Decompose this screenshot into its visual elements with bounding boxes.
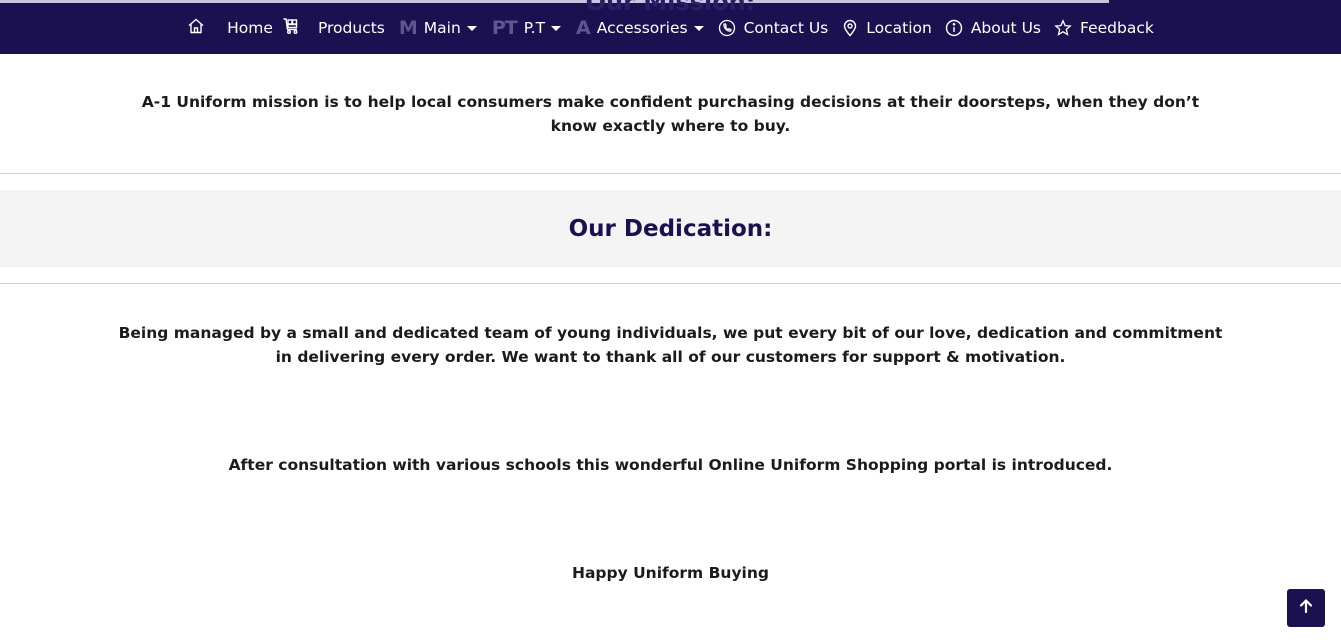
accessories-letter-icon: A xyxy=(576,17,591,39)
nav-accessories-dropdown[interactable]: A Accessories xyxy=(576,17,704,39)
dedication-paragraph-closing: Happy Uniform Buying xyxy=(571,564,770,582)
nav-pt-label: P.T xyxy=(523,19,546,37)
pt-letter-icon: PT xyxy=(491,17,518,39)
nav-contact-label: Contact Us xyxy=(743,19,829,37)
chevron-down-icon xyxy=(466,25,477,31)
dedication-title: Our Dedication: xyxy=(568,215,773,242)
nav-list: Home Products M Main PT P.T A Accessorie… xyxy=(187,17,1154,39)
nav-contact-link[interactable]: Contact Us xyxy=(718,19,829,37)
nav-feedback-label: Feedback xyxy=(1080,19,1154,37)
scroll-progress-bar xyxy=(0,0,1109,3)
nav-location-link[interactable]: Location xyxy=(842,19,932,37)
nav-home-label: Home xyxy=(227,19,273,37)
dedication-paragraph-team: Being managed by a small and dedicated t… xyxy=(118,324,1223,366)
location-pin-icon xyxy=(842,19,858,37)
dedication-header-band: Our Dedication: xyxy=(0,190,1341,267)
nav-products-label: Products xyxy=(317,19,385,37)
divider xyxy=(0,283,1341,284)
chevron-down-icon xyxy=(551,25,562,31)
nav-feedback-link[interactable]: Feedback xyxy=(1054,19,1154,37)
divider xyxy=(0,173,1341,174)
nav-about-link[interactable]: About Us xyxy=(945,19,1041,37)
nav-main-dropdown[interactable]: M Main xyxy=(399,17,477,39)
top-navbar: Our Mission: Home Products M Main PT P.T xyxy=(0,0,1341,54)
dedication-paragraph-portal: After consultation with various schools … xyxy=(228,456,1113,474)
nav-products-link[interactable]: Products xyxy=(318,19,385,37)
main-letter-icon: M xyxy=(398,17,418,39)
nav-accessories-label: Accessories xyxy=(596,19,688,37)
nav-home-link[interactable]: Home xyxy=(227,19,273,37)
star-icon xyxy=(1054,19,1072,37)
chevron-down-icon xyxy=(693,25,704,31)
mission-statement: A-1 Uniform mission is to help local con… xyxy=(141,93,1200,135)
back-to-top-button[interactable] xyxy=(1287,589,1325,627)
nav-location-label: Location xyxy=(866,19,932,37)
nav-pt-dropdown[interactable]: PT P.T xyxy=(491,17,562,39)
nav-about-label: About Us xyxy=(970,19,1041,37)
cart-icon[interactable] xyxy=(282,17,300,39)
info-icon xyxy=(945,19,963,37)
arrow-up-icon xyxy=(1298,598,1314,618)
home-icon[interactable] xyxy=(187,17,205,39)
nav-main-label: Main xyxy=(423,19,461,37)
phone-icon xyxy=(718,19,736,37)
